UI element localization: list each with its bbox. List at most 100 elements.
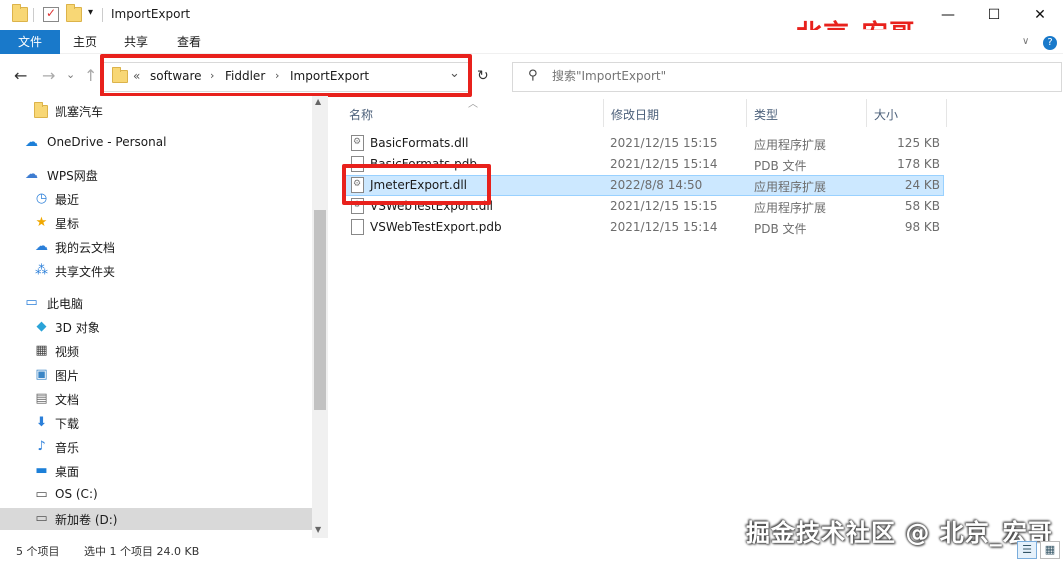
scroll-down-icon[interactable]: ▼: [315, 525, 321, 534]
file-modified: 2021/12/15 15:14: [610, 220, 718, 234]
file-row[interactable]: BasicFormats.dll 2021/12/15 15:15 应用程序扩展…: [342, 133, 944, 154]
sidebar-item-wps[interactable]: ☁ WPS网盘: [0, 164, 312, 186]
cube-icon: ◆: [36, 319, 47, 334]
column-divider[interactable]: [603, 99, 604, 127]
sidebar-item-downloads[interactable]: ⬇ 下载: [0, 412, 312, 434]
forward-button[interactable]: →: [42, 66, 55, 85]
file-size: 24 KB: [904, 178, 940, 192]
file-modified: 2021/12/15 15:15: [610, 199, 718, 213]
file-name: BasicFormats.dll: [370, 136, 469, 150]
sidebar-item-onedrive[interactable]: ☁ OneDrive - Personal: [0, 132, 312, 154]
up-button[interactable]: ↑: [84, 66, 97, 85]
folder-icon: [12, 4, 28, 22]
pdb-file-icon: [351, 219, 364, 235]
sidebar-item-label: 音乐: [55, 441, 80, 455]
sidebar-item-starred[interactable]: ★ 星标: [0, 212, 312, 234]
column-divider[interactable]: [946, 99, 947, 127]
sidebar-item-label: WPS网盘: [47, 169, 98, 183]
sidebar-item-pictures[interactable]: ▣ 图片: [0, 364, 312, 386]
file-size: 98 KB: [904, 220, 940, 234]
highlight-box: [342, 164, 491, 205]
sidebar-item-label: 此电脑: [47, 297, 84, 311]
file-size: 58 KB: [904, 199, 940, 213]
wps-cloud-icon: ☁: [25, 167, 38, 182]
file-row[interactable]: VSWebTestExport.pdb 2021/12/15 15:14 PDB…: [342, 217, 944, 238]
file-type: 应用程序扩展: [754, 180, 827, 194]
column-header-size[interactable]: 大小: [874, 106, 898, 123]
large-icons-view-icon[interactable]: ▦: [1040, 541, 1060, 559]
file-type: 应用程序扩展: [754, 138, 827, 152]
picture-icon: ▣: [35, 367, 48, 382]
share-icon: ⁂: [35, 263, 48, 278]
quick-access-dropdown-icon[interactable]: ▾: [88, 7, 93, 18]
sidebar-item-drive-d[interactable]: ▭ 新加卷 (D:): [0, 508, 312, 530]
sidebar-item-shared-folder[interactable]: ⁂ 共享文件夹: [0, 260, 312, 282]
sidebar-item-label: 下载: [55, 417, 80, 431]
refresh-button[interactable]: ↻: [477, 68, 489, 84]
sidebar-item-label: 星标: [55, 217, 80, 231]
sort-ascending-icon: ︿: [468, 99, 478, 110]
file-modified: 2021/12/15 15:14: [610, 157, 718, 171]
tab-view[interactable]: 查看: [164, 30, 214, 54]
music-icon: ♪: [37, 439, 46, 454]
download-icon: ⬇: [36, 415, 47, 430]
file-modified: 2022/8/8 14:50: [610, 178, 703, 192]
scroll-up-icon[interactable]: ▲: [315, 97, 321, 106]
column-header-type[interactable]: 类型: [754, 106, 778, 123]
help-icon[interactable]: ?: [1043, 36, 1057, 50]
sidebar-item-drive-c[interactable]: ▭ OS (C:): [0, 484, 312, 506]
sidebar-item-videos[interactable]: ▦ 视频: [0, 340, 312, 362]
sidebar-item-label: 最近: [55, 193, 80, 207]
sidebar-item-this-pc[interactable]: ▭ 此电脑: [0, 292, 312, 314]
properties-icon[interactable]: [43, 6, 59, 22]
sidebar-item-desktop[interactable]: ▬ 桌面: [0, 460, 312, 482]
sidebar-item-cloud-docs[interactable]: ☁ 我的云文档: [0, 236, 312, 258]
computer-icon: ▭: [25, 295, 38, 310]
column-header-modified[interactable]: 修改日期: [611, 106, 659, 123]
recent-locations-button[interactable]: ⌄: [66, 68, 75, 81]
divider: [102, 8, 103, 22]
back-button[interactable]: ←: [14, 66, 27, 85]
column-divider[interactable]: [866, 99, 867, 127]
file-type: PDB 文件: [754, 222, 807, 236]
file-name: VSWebTestExport.pdb: [370, 220, 502, 234]
sidebar-item-label: 文档: [55, 393, 80, 407]
file-type: PDB 文件: [754, 159, 807, 173]
column-header-name[interactable]: 名称: [349, 106, 373, 123]
tab-home[interactable]: 主页: [60, 30, 110, 54]
sidebar-item-documents[interactable]: ▤ 文档: [0, 388, 312, 410]
divider: [33, 8, 34, 22]
tab-file[interactable]: 文件: [0, 30, 60, 54]
sidebar-item-recent[interactable]: ◷ 最近: [0, 188, 312, 210]
tab-share[interactable]: 共享: [111, 30, 161, 54]
expand-ribbon-icon[interactable]: ∨: [1022, 36, 1029, 47]
search-icon: ⚲: [528, 68, 538, 83]
file-type: 应用程序扩展: [754, 201, 827, 215]
close-button[interactable]: ✕: [1017, 0, 1063, 30]
sidebar-item-label: 共享文件夹: [55, 265, 116, 279]
sidebar-item-label: 图片: [55, 369, 80, 383]
minimize-button[interactable]: —: [925, 0, 971, 30]
column-divider[interactable]: [746, 99, 747, 127]
document-icon: ▤: [35, 391, 48, 406]
search-input[interactable]: [552, 69, 852, 83]
cloud-icon: ☁: [25, 135, 38, 150]
sidebar-item-label: OS (C:): [55, 487, 98, 501]
window-title: ImportExport: [111, 7, 191, 21]
file-modified: 2021/12/15 15:15: [610, 136, 718, 150]
sidebar-item-label: 视频: [55, 345, 80, 359]
highlight-box: [100, 54, 472, 97]
new-folder-icon[interactable]: [66, 4, 82, 22]
sidebar-item-music[interactable]: ♪ 音乐: [0, 436, 312, 458]
item-count: 5 个项目: [16, 545, 60, 558]
scrollbar-thumb[interactable]: [314, 210, 326, 410]
sidebar-item-label: 新加卷 (D:): [55, 513, 118, 527]
details-view-icon[interactable]: ☰: [1017, 541, 1037, 559]
dll-file-icon: [351, 135, 364, 151]
sidebar-item-kaisai[interactable]: 凯塞汽车: [0, 100, 312, 122]
clock-icon: ◷: [35, 191, 48, 206]
maximize-button[interactable]: ☐: [971, 0, 1017, 30]
sidebar-item-3d-objects[interactable]: ◆ 3D 对象: [0, 316, 312, 338]
file-size: 125 KB: [897, 136, 940, 150]
cloud-doc-icon: ☁: [35, 239, 48, 254]
